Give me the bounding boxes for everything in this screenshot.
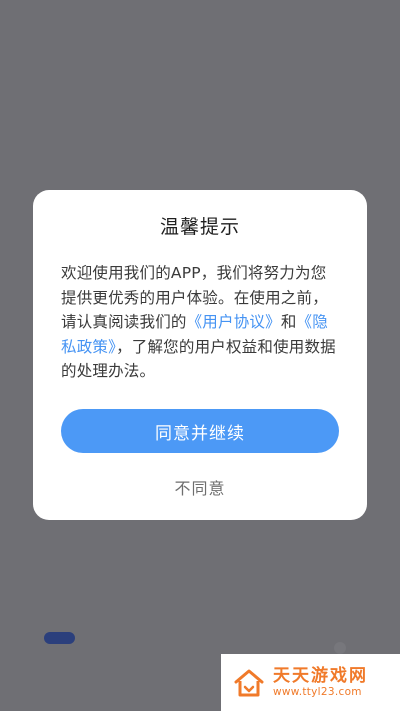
watermark-text: 天天游戏网 www.ttyl23.com: [273, 666, 368, 699]
page-indicator: [44, 632, 75, 644]
watermark-url: www.ttyl23.com: [273, 686, 362, 698]
user-agreement-link[interactable]: 《用户协议》: [187, 313, 281, 331]
app-screen: 温馨提示 欢迎使用我们的APP，我们将努力为您提供更优秀的用户体验。在使用之前，…: [0, 0, 400, 711]
message-text-and: 和: [280, 313, 297, 331]
dialog-message: 欢迎使用我们的APP，我们将努力为您提供更优秀的用户体验。在使用之前，请认真阅读…: [61, 261, 341, 384]
privacy-dialog: 温馨提示 欢迎使用我们的APP，我们将努力为您提供更优秀的用户体验。在使用之前，…: [33, 190, 367, 520]
background-mark: [334, 642, 346, 654]
watermark-name: 天天游戏网: [273, 666, 368, 686]
disagree-button[interactable]: 不同意: [33, 472, 367, 502]
house-logo-icon: [234, 669, 264, 696]
site-watermark: 天天游戏网 www.ttyl23.com: [221, 654, 400, 711]
agree-continue-button[interactable]: 同意并继续: [61, 409, 339, 453]
dialog-title: 温馨提示: [159, 216, 240, 238]
